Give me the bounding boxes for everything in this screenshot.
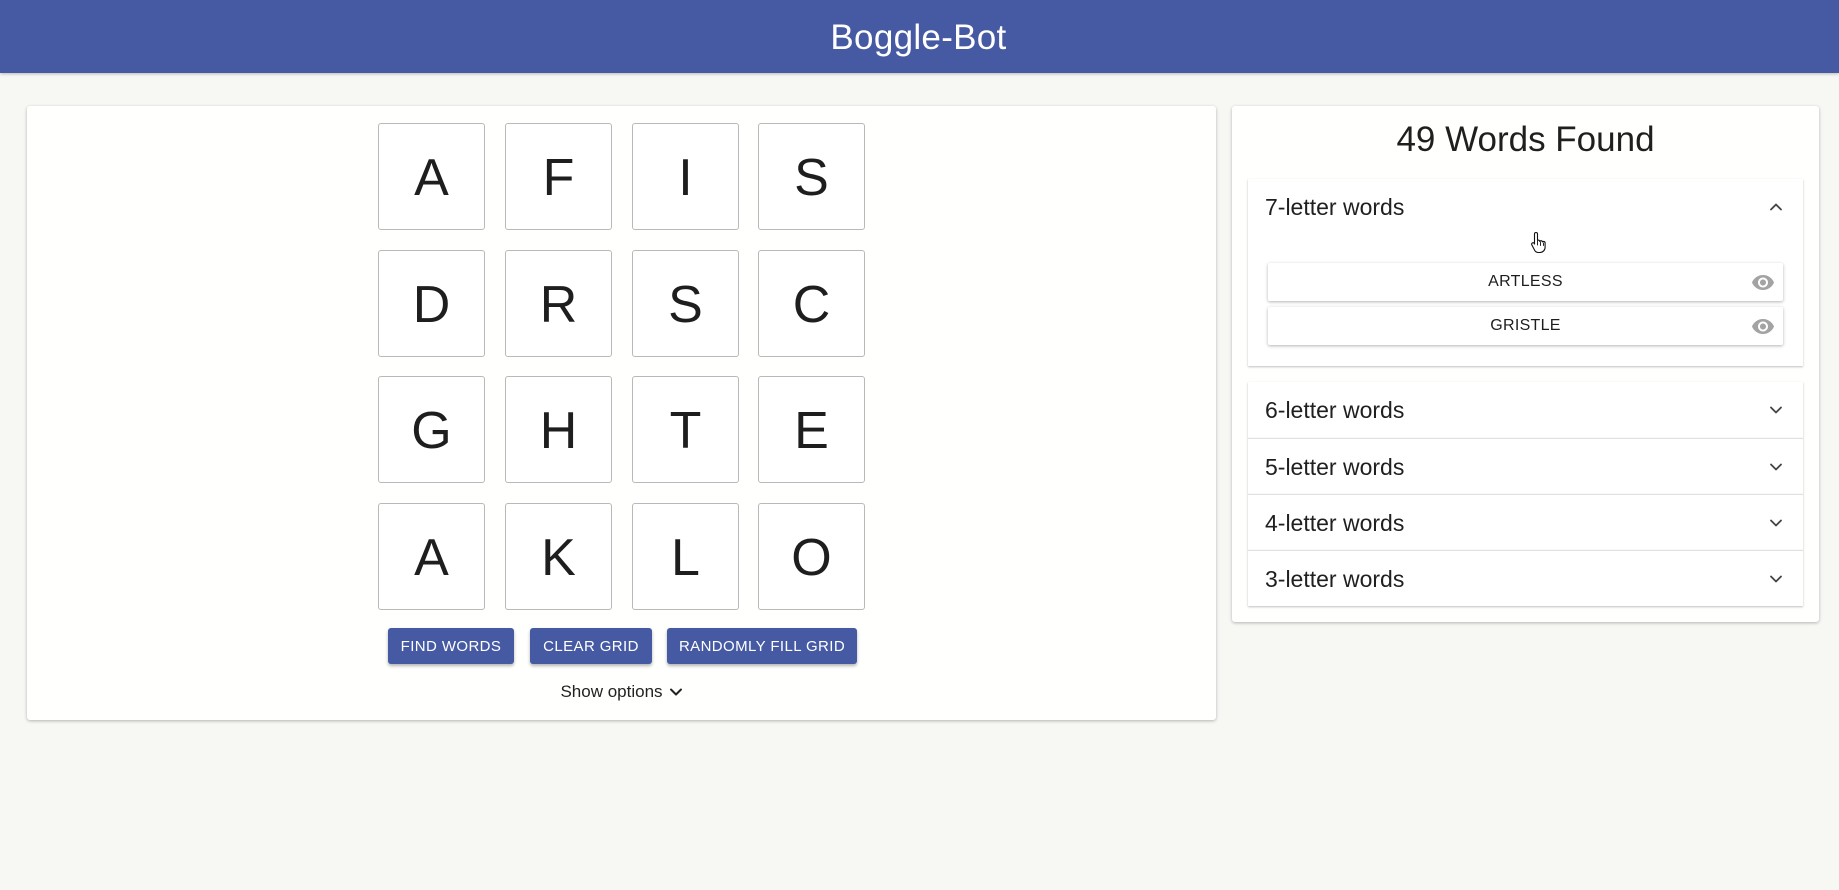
results-card: 49 Words Found 7-letter words ARTLESS GR… [1232,106,1819,622]
grid-cell[interactable]: O [758,503,865,610]
chevron-down-icon [1770,406,1782,414]
eye-icon[interactable] [1751,270,1775,294]
word-group-label: 7-letter words [1265,193,1405,220]
word-text: GRISTLE [1490,317,1561,334]
word-group-label: 5-letter words [1265,453,1405,480]
word-group-3: 3-letter words [1248,550,1803,606]
grid-cell[interactable]: E [758,376,865,483]
chevron-up-icon [1770,203,1782,211]
word-group-header[interactable]: 4-letter words [1248,495,1803,551]
chevron-down-icon [1770,519,1782,527]
word-group-4: 4-letter words [1248,494,1803,550]
show-options-toggle[interactable]: Show options [27,680,1216,704]
grid-cell[interactable]: S [758,123,865,230]
grid-cell[interactable]: A [378,503,485,610]
randomly-fill-grid-button[interactable]: RANDOMLY FILL GRID [667,628,857,664]
grid-cell[interactable]: F [505,123,612,230]
board-card: A F I S D R S C G H T E A K L O FIND WOR… [27,106,1216,720]
word-row[interactable]: ARTLESS [1268,263,1783,301]
word-group-header[interactable]: 6-letter words [1248,382,1803,438]
grid-cell[interactable]: L [632,503,739,610]
word-group-label: 3-letter words [1265,565,1405,592]
show-options-label: Show options [560,682,663,701]
eye-icon[interactable] [1751,314,1775,338]
word-group-7: 7-letter words ARTLESS GRISTLE [1248,179,1803,366]
grid-cell[interactable]: T [632,376,739,483]
word-group-6: 6-letter words [1248,382,1803,438]
chevron-down-icon [1770,463,1782,471]
grid-cell[interactable]: R [505,250,612,357]
word-group-header[interactable]: 7-letter words [1248,179,1803,235]
app-bar: Boggle-Bot [0,0,1839,73]
grid-cell[interactable]: A [378,123,485,230]
grid-cell[interactable]: D [378,250,485,357]
chevron-down-icon [1770,575,1782,583]
grid-cell[interactable]: S [632,250,739,357]
word-row[interactable]: GRISTLE [1268,307,1783,345]
words-found-title: 49 Words Found [1396,120,1655,159]
grid-cell[interactable]: H [505,376,612,483]
word-group-header[interactable]: 3-letter words [1248,551,1803,607]
hand-pointer-icon [1531,231,1546,253]
grid-cell[interactable]: C [758,250,865,357]
find-words-button[interactable]: FIND WORDS [388,628,514,664]
grid-cell[interactable]: I [632,123,739,230]
grid-cell[interactable]: G [378,376,485,483]
word-group-label: 4-letter words [1265,509,1405,536]
app-title: Boggle-Bot [830,17,1007,57]
word-text: ARTLESS [1488,273,1563,290]
word-group-5: 5-letter words [1248,438,1803,494]
grid-cell[interactable]: K [505,503,612,610]
clear-grid-button[interactable]: CLEAR GRID [530,628,652,664]
chevron-down-icon [669,688,682,696]
word-group-header[interactable]: 5-letter words [1248,439,1803,495]
word-group-label: 6-letter words [1265,396,1405,423]
